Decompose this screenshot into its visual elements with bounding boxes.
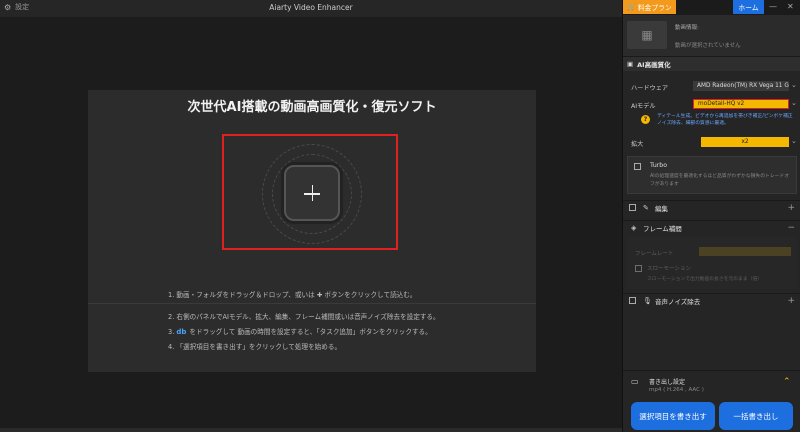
settings-panel: 🛒 料金プラン ホーム — ✕ ▦ 動画情報: 動画が選択されていません ▣ A… — [622, 0, 800, 432]
frame-rate-select[interactable] — [699, 247, 791, 256]
slow-motion-label: スローモーション — [647, 266, 691, 272]
scale-label: 拡大 — [631, 141, 644, 148]
film-icon: ▦ — [627, 21, 667, 49]
card-title: 次世代AI搭載の動画高画質化・復元ソフト — [187, 100, 437, 115]
add-video-button[interactable] — [284, 165, 340, 221]
expand-plus-icon[interactable]: + — [787, 296, 795, 306]
model-label: AIモデル — [631, 103, 656, 110]
model-note: ディテール生成。ビデオから再追加を帯びき補正/ピンボケ補正ノイズ除去、細部の質感… — [657, 114, 793, 126]
pricing-plan-label: 料金プラン — [637, 4, 672, 12]
bottom-bar — [0, 428, 622, 432]
edit-section-header: ✎ 編集 + — [623, 200, 800, 214]
slow-motion-checkbox[interactable] — [635, 265, 642, 272]
instruction-4: 4. 「選択項目を書き出す」をクリックして処理を始める。 — [168, 343, 342, 351]
main-area: 次世代AI搭載の動画高画質化・復元ソフト 1. 動画・フォルダをドラッグ＆ドロッ… — [0, 17, 622, 432]
help-icon[interactable]: ? — [641, 115, 650, 124]
output-settings[interactable]: ▭ 書き出し設定 mp4 ( H.264 , AAC ) ⌃ — [623, 370, 800, 398]
welcome-card: 次世代AI搭載の動画高画質化・復元ソフト 1. 動画・フォルダをドラッグ＆ドロッ… — [88, 90, 536, 372]
media-info-title: 動画情報: — [675, 25, 699, 31]
ai-section-title: AI高画質化 — [637, 61, 671, 69]
ai-section-header: ▣ AI高画質化 — [623, 57, 800, 71]
double-chevron-up-icon[interactable]: ⌃ — [783, 377, 791, 387]
pricing-plan-button[interactable]: 🛒 料金プラン — [623, 0, 676, 14]
hardware-label: ハードウェア — [631, 85, 669, 92]
chevron-down-icon[interactable]: ⌄ — [791, 81, 797, 89]
frame-interp-section-header: ◈ フレーム補間 − — [623, 220, 800, 234]
microphone-icon: 🎙 — [643, 296, 652, 305]
edit-checkbox[interactable] — [629, 204, 636, 211]
frame-interp-icon: ◈ — [631, 223, 637, 232]
frame-interp-label: フレーム補間 — [643, 224, 682, 233]
audio-denoise-label: 音声ノイズ除去 — [655, 297, 701, 306]
slow-motion-note: スローモーションで出力動画の長さを元のまま（倍） — [647, 277, 763, 282]
turbo-box: Turbo AIの処理速度を最適化するほど品質がわずかな損失のトレードオフがあり… — [627, 156, 797, 194]
turbo-checkbox[interactable] — [634, 163, 641, 170]
edit-label: 編集 — [655, 204, 668, 213]
audio-denoise-section-header: 🎙 音声ノイズ除去 + — [623, 293, 800, 307]
instruction-2: 2. 右側のパネルでAIモデル、拡大、編集、フレーム補間或いは音声ノイズ除去を設… — [168, 313, 440, 321]
chevron-down-icon[interactable]: ⌄ — [791, 137, 797, 145]
title-bar: ⚙ 設定 Aiarty Video Enhancer — [0, 0, 622, 17]
export-all-button[interactable]: 一括書き出し — [719, 402, 793, 430]
home-button[interactable]: ホーム — [733, 0, 764, 14]
instruction-3: 3. db をドラッグして 動画の時間を設定すると、「タスク追加」ボタンをクリック… — [168, 328, 432, 336]
app-title: Aiarty Video Enhancer — [269, 3, 353, 12]
export-selected-button[interactable]: 選択項目を書き出す — [631, 402, 715, 430]
instruction-1: 1. 動画・フォルダをドラッグ＆ドロップ、或いは ✚ ボタンをクリックして読込む… — [168, 291, 417, 299]
minimize-icon[interactable]: — — [769, 2, 777, 11]
media-info-empty: 動画が選択されていません — [675, 43, 741, 49]
output-settings-value: mp4 ( H.264 , AAC ) — [649, 387, 704, 393]
audio-denoise-checkbox[interactable] — [629, 297, 636, 304]
turbo-note: AIの処理速度を最適化するほど品質がわずかな損失のトレードオフがあります — [650, 174, 790, 187]
instruction-divider — [88, 303, 536, 304]
frame-interp-body: フレームレート スローモーション スローモーションで出力動画の長さを元のまま（倍… — [627, 237, 797, 289]
media-info-panel: ▦ 動画情報: 動画が選択されていません — [623, 15, 800, 57]
close-icon[interactable]: ✕ — [787, 2, 794, 11]
hardware-select[interactable]: AMD Radeon(TM) RX Vega 11 G — [693, 81, 789, 91]
frame-rate-label: フレームレート — [635, 251, 674, 257]
expand-plus-icon[interactable]: + — [787, 203, 795, 213]
model-select[interactable]: moDetail-HQ v2 — [693, 99, 789, 109]
cart-icon: 🛒 — [627, 3, 636, 11]
edit-icon: ✎ — [643, 203, 649, 212]
panel-topbar: 🛒 料金プラン ホーム — ✕ — [623, 0, 800, 15]
scale-select[interactable]: x2 — [701, 137, 789, 147]
output-icon: ▭ — [631, 377, 639, 386]
chevron-down-icon[interactable]: ⌄ — [791, 99, 797, 107]
timeline-handle-icon: db — [176, 328, 187, 336]
collapse-minus-icon[interactable]: − — [787, 223, 795, 233]
output-settings-title: 書き出し設定 — [649, 379, 686, 386]
ai-icon: ▣ — [627, 60, 634, 68]
turbo-label: Turbo — [650, 162, 668, 169]
